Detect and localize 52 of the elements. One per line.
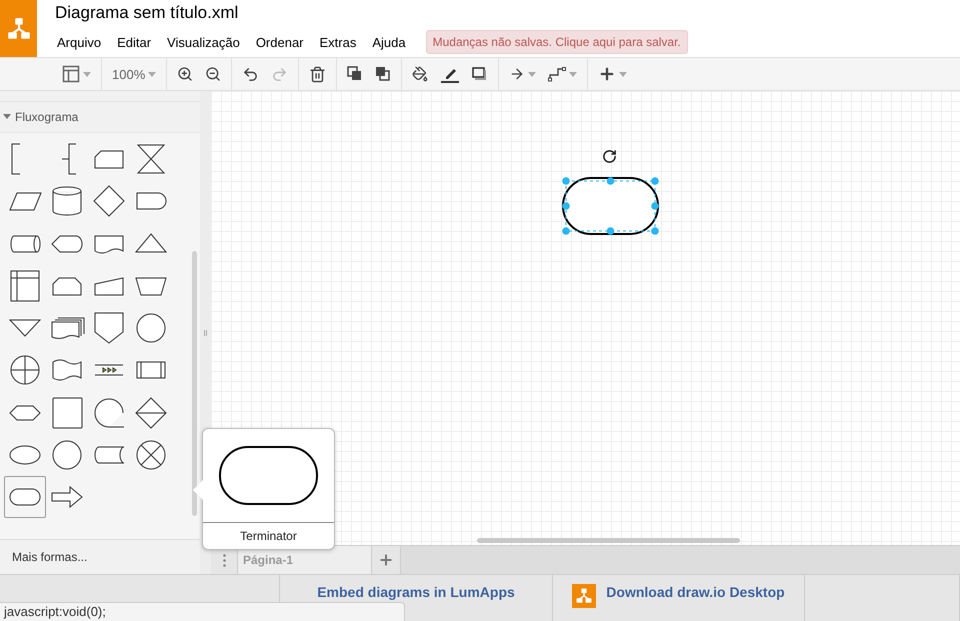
shadow-icon <box>472 66 488 82</box>
zoom-in-icon <box>177 66 194 82</box>
caret-icon <box>569 72 578 76</box>
plus-icon <box>378 552 394 568</box>
scrollbar[interactable] <box>192 251 197 516</box>
resize-handle[interactable] <box>606 177 614 185</box>
resize-handle[interactable] <box>562 177 570 185</box>
caret-icon <box>148 72 156 76</box>
resize-handle[interactable] <box>562 202 570 210</box>
waypoints-icon <box>548 66 566 82</box>
more-shapes-button[interactable]: Mais formas... <box>0 539 200 574</box>
dots-icon <box>222 554 226 566</box>
paint-bucket-icon <box>412 66 428 82</box>
layout-icon <box>62 65 80 83</box>
redo-icon <box>271 66 288 82</box>
resize-handle[interactable] <box>651 227 659 235</box>
menu-item[interactable]: Visualização <box>165 30 247 54</box>
section-header[interactable]: Fluxograma <box>0 102 200 133</box>
rotate-handle-icon[interactable] <box>602 149 617 164</box>
undo-icon <box>242 66 260 82</box>
zoom-out-icon <box>205 66 222 82</box>
zoom-dropdown[interactable]: 100% <box>106 61 162 87</box>
to-front-icon <box>347 66 364 82</box>
menu-item[interactable]: Ordenar <box>254 30 311 54</box>
sort-shape-icon[interactable] <box>133 394 169 431</box>
grip-icon <box>204 330 207 336</box>
rhombus-shape-icon[interactable] <box>91 183 127 220</box>
resize-handle[interactable] <box>562 227 570 235</box>
download-link[interactable]: Download draw.io Desktop <box>606 584 785 600</box>
caret-icon <box>83 72 91 76</box>
tooltip-label: Terminator <box>239 528 298 545</box>
add-page-button[interactable] <box>371 546 401 574</box>
scrollbar[interactable] <box>477 538 740 543</box>
app-logo[interactable] <box>0 0 37 57</box>
embed-link[interactable]: Embed diagrams in LumApps <box>317 584 515 600</box>
caret-icon <box>3 114 11 120</box>
menu-item[interactable]: Arquivo <box>55 30 108 54</box>
caret-icon <box>619 72 628 76</box>
resize-handle[interactable] <box>651 202 659 210</box>
status-text: javascript:void(0); <box>0 602 405 621</box>
resize-handle[interactable] <box>651 177 659 185</box>
resize-handle[interactable] <box>606 227 614 235</box>
menu-item[interactable]: Ajuda <box>370 30 413 54</box>
unsaved-changes-notice[interactable]: Mudanças não salvas. Clique aqui para salvar. <box>426 30 688 54</box>
plus-icon <box>598 65 616 83</box>
menu-item[interactable]: Extras <box>318 30 364 54</box>
trash-icon <box>309 66 326 82</box>
document-title[interactable]: Diagrama sem título.xml <box>55 3 688 27</box>
app-logo <box>572 584 596 608</box>
menu-item[interactable]: Editar <box>115 30 158 54</box>
to-back-icon <box>375 66 392 82</box>
caret-icon <box>528 72 536 76</box>
